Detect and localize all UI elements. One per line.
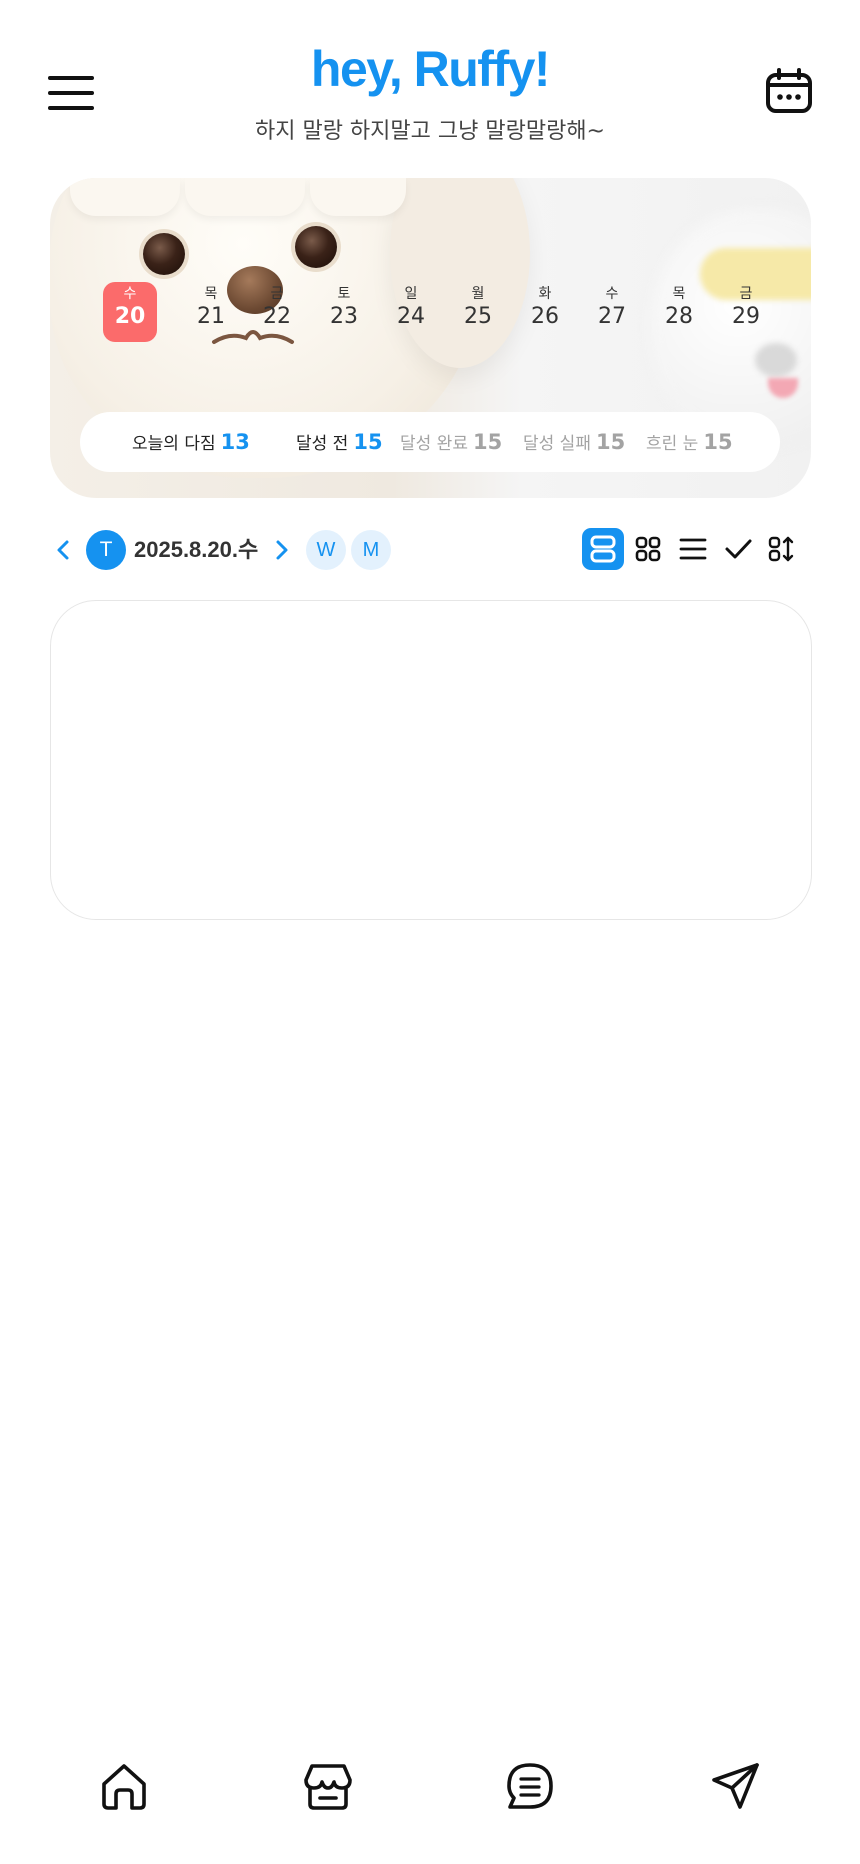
month-view-button[interactable]: M — [351, 530, 391, 570]
stat-not-achieved[interactable]: 달성 전 15 — [296, 412, 383, 472]
day-weekday: 금 — [270, 286, 284, 302]
stats-bar: 오늘의 다짐 13 달성 전 15 달성 완료 15 달성 실패 15 흐린 눈 15 — [80, 412, 780, 472]
day-item[interactable]: 금 22 — [250, 282, 304, 342]
day-number: 28 — [665, 304, 693, 329]
stat-label: 오늘의 다짐 — [132, 434, 216, 454]
character-hair — [70, 178, 180, 216]
day-item[interactable]: 목 21 — [184, 282, 238, 342]
day-weekday: 일 — [404, 286, 418, 302]
calendar-icon — [766, 68, 812, 113]
menu-icon-line — [48, 106, 94, 110]
current-date: 2025.8.20.수 — [134, 537, 259, 562]
day-number: 25 — [464, 304, 492, 329]
day-weekday: 목 — [672, 286, 686, 302]
next-date-button[interactable] — [267, 536, 295, 564]
day-weekday: 화 — [538, 286, 552, 302]
tab-send[interactable] — [708, 1758, 764, 1814]
day-item[interactable]: 금 29 — [719, 282, 773, 342]
day-number: 24 — [397, 304, 425, 329]
view-grid-icon — [635, 536, 661, 562]
stat-count: 15 — [472, 430, 503, 454]
day-number: 22 — [263, 304, 291, 329]
stat-count: 13 — [220, 430, 250, 454]
stat-count: 15 — [353, 430, 383, 454]
view-grid-button[interactable] — [627, 528, 669, 570]
home-icon — [102, 1764, 146, 1810]
store-icon — [304, 1764, 352, 1810]
day-number: 29 — [732, 304, 760, 329]
day-weekday: 수 — [123, 286, 137, 302]
day-item[interactable]: 토 23 — [317, 282, 371, 342]
check-filter-button[interactable] — [717, 528, 759, 570]
stat-achieved[interactable]: 달성 완료 15 — [400, 412, 502, 472]
chevron-right-icon — [276, 540, 288, 560]
send-icon — [712, 1763, 759, 1809]
day-weekday: 금 — [739, 286, 753, 302]
tab-store[interactable] — [300, 1758, 356, 1814]
chat-icon — [507, 1763, 553, 1809]
view-rows-icon — [590, 535, 616, 563]
blurred-character-nose — [755, 343, 797, 377]
day-weekday: 수 — [605, 286, 619, 302]
day-number: 23 — [330, 304, 358, 329]
day-item[interactable]: 목 28 — [652, 282, 706, 342]
today-button[interactable]: T — [86, 530, 126, 570]
stat-count: 15 — [595, 430, 626, 454]
character-eye — [143, 233, 185, 275]
sort-button[interactable] — [762, 528, 804, 570]
day-number: 21 — [197, 304, 225, 329]
hero-banner: 수 20 목 21 금 22 토 23 일 24 월 25 화 26 수 27 … — [50, 178, 811, 498]
stat-failed[interactable]: 달성 실패 15 — [523, 412, 625, 472]
stat-blurred-eyes[interactable]: 흐린 눈 15 — [646, 412, 733, 472]
check-icon — [725, 539, 752, 559]
tab-chat[interactable] — [502, 1758, 558, 1814]
resolution-list-card — [50, 600, 812, 920]
week-view-button[interactable]: W — [306, 530, 346, 570]
view-list-icon — [679, 538, 707, 560]
day-number: 27 — [598, 304, 626, 329]
tab-home[interactable] — [96, 1758, 152, 1814]
stat-label: 달성 실패 — [523, 434, 591, 454]
view-rows-button[interactable] — [582, 528, 624, 570]
calendar-button[interactable] — [764, 66, 814, 116]
character-eye — [295, 226, 337, 268]
sort-icon — [768, 536, 794, 562]
day-item[interactable]: 수 27 — [585, 282, 639, 342]
character-hair — [185, 178, 305, 216]
stat-label: 달성 전 — [296, 434, 349, 454]
day-item[interactable]: 월 25 — [451, 282, 505, 342]
app-subtitle: 하지 말랑 하지말고 그냥 말랑말랑해~ — [254, 119, 605, 144]
day-number: 26 — [531, 304, 559, 329]
day-item[interactable]: 화 26 — [518, 282, 572, 342]
day-item[interactable]: 일 24 — [384, 282, 438, 342]
day-weekday: 월 — [471, 286, 485, 302]
day-weekday: 목 — [204, 286, 218, 302]
day-number: 20 — [114, 304, 146, 329]
view-list-button[interactable] — [672, 528, 714, 570]
prev-date-button[interactable] — [50, 536, 78, 564]
day-item-selected[interactable]: 수 20 — [103, 282, 157, 342]
chevron-left-icon — [57, 540, 69, 560]
app-title: hey, Ruffy! — [310, 41, 551, 97]
day-weekday: 토 — [337, 286, 351, 302]
stat-label: 달성 완료 — [400, 434, 468, 454]
stat-today-resolutions[interactable]: 오늘의 다짐 13 — [132, 412, 250, 472]
character-hair — [310, 178, 406, 216]
stat-label: 흐린 눈 — [646, 434, 699, 454]
stat-count: 15 — [703, 430, 733, 454]
